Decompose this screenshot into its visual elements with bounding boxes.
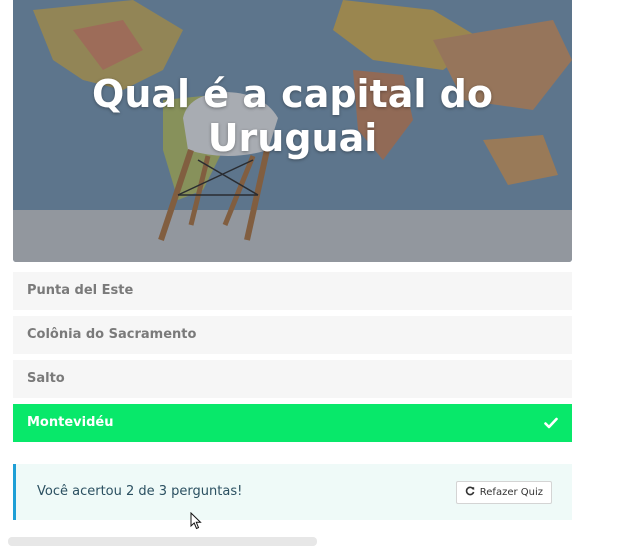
horizontal-scrollbar[interactable]	[8, 537, 317, 546]
refresh-icon	[465, 486, 475, 499]
result-panel: Você acertou 2 de 3 perguntas! Refazer Q…	[13, 464, 572, 520]
result-message: Você acertou 2 de 3 perguntas!	[37, 484, 243, 499]
question-banner: Qual é a capital do Uruguai	[13, 0, 572, 262]
answer-option-salto[interactable]: Salto	[13, 360, 572, 398]
retake-quiz-label: Refazer Quiz	[479, 487, 543, 498]
answer-option-colonia-do-sacramento[interactable]: Colônia do Sacramento	[13, 316, 572, 354]
question-title: Qual é a capital do Uruguai	[92, 72, 493, 160]
answer-label: Salto	[27, 371, 65, 386]
answer-label: Colônia do Sacramento	[27, 327, 197, 342]
answer-option-montevideu[interactable]: Montevidéu	[13, 404, 572, 442]
answer-label: Montevidéu	[27, 415, 114, 430]
answer-list: Punta del Este Colônia do Sacramento Sal…	[13, 272, 572, 442]
answer-label: Punta del Este	[27, 283, 134, 298]
retake-quiz-button[interactable]: Refazer Quiz	[455, 481, 552, 504]
mouse-cursor-icon	[190, 512, 202, 530]
check-icon	[544, 404, 558, 442]
answer-option-punta-del-este[interactable]: Punta del Este	[13, 272, 572, 310]
quiz-container: Qual é a capital do Uruguai Punta del Es…	[13, 0, 572, 520]
